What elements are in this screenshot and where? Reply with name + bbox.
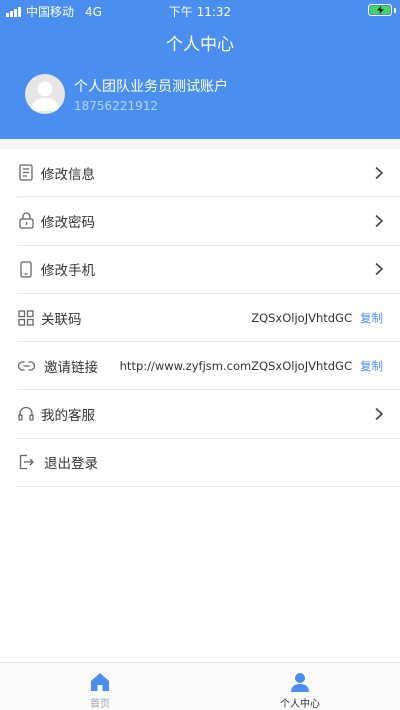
headset-icon <box>17 405 35 423</box>
battery-icon <box>368 4 392 16</box>
user-name: 个人团队业务员测试账户 <box>74 79 228 95</box>
status-bar: 中国移动 4G 下午 11:32 <box>0 0 400 22</box>
copy-code-button[interactable]: 复制 <box>360 310 383 326</box>
lock-icon <box>17 212 35 230</box>
menu-item-label: 我的客服 <box>41 408 95 425</box>
header: 中国移动 4G 下午 11:32 个人中心 个人团队业务员测试账户 187562… <box>0 0 400 139</box>
user-phone: 18756221912 <box>74 99 158 113</box>
section-divider <box>0 139 400 149</box>
menu-item-change-phone[interactable]: 修改手机 <box>17 246 400 294</box>
menu-item-label: 关联码 <box>41 311 82 328</box>
logout-icon <box>17 453 35 471</box>
home-icon <box>91 673 109 691</box>
menu-item-change-password[interactable]: 修改密码 <box>17 197 400 246</box>
chevron-right-icon <box>374 213 386 229</box>
grid-icon <box>17 309 35 327</box>
tab-profile-label: 个人中心 <box>280 699 320 710</box>
copy-link-button[interactable]: 复制 <box>360 358 383 374</box>
menu-item-label: 修改信息 <box>41 166 95 183</box>
battery-tip <box>394 8 396 13</box>
user-icon <box>291 673 309 692</box>
avatar[interactable] <box>25 74 65 114</box>
menu-item-label: 修改手机 <box>41 263 95 280</box>
menu-item-edit-info[interactable]: 修改信息 <box>17 149 400 198</box>
document-icon <box>17 164 35 182</box>
menu-item-customer-service[interactable]: 我的客服 <box>17 390 400 439</box>
page-title: 个人中心 <box>166 35 234 55</box>
chevron-right-icon <box>374 165 386 181</box>
menu-item-invite-link: 邀请链接 http://www.zyfjsm.comZQSxOljoJVhtdG… <box>17 342 400 391</box>
menu-list: 修改信息 修改密码 修改手机 关联码 ZQSxOljoJVhtdGC 复制 邀请… <box>0 149 400 488</box>
menu-item-logout[interactable]: 退出登录 <box>17 439 400 488</box>
phone-icon <box>17 260 35 278</box>
menu-item-association-code: 关联码 ZQSxOljoJVhtdGC 复制 <box>17 294 400 343</box>
tab-home-label: 首页 <box>90 699 110 710</box>
menu-item-label: 退出登录 <box>44 456 98 473</box>
tab-profile[interactable]: 个人中心 <box>200 663 400 710</box>
link-icon <box>17 357 35 375</box>
chevron-right-icon <box>374 406 386 422</box>
tab-home[interactable]: 首页 <box>0 663 200 710</box>
menu-item-label: 修改密码 <box>41 214 95 231</box>
status-time: 下午 11:32 <box>168 5 232 19</box>
chevron-right-icon <box>374 261 386 277</box>
menu-item-label: 邀请链接 <box>44 359 98 376</box>
invite-link-value: http://www.zyfjsm.comZQSxOljoJVhtdGC <box>119 358 352 373</box>
tab-bar: 首页 个人中心 <box>0 662 400 710</box>
association-code-value: ZQSxOljoJVhtdGC <box>251 310 352 325</box>
